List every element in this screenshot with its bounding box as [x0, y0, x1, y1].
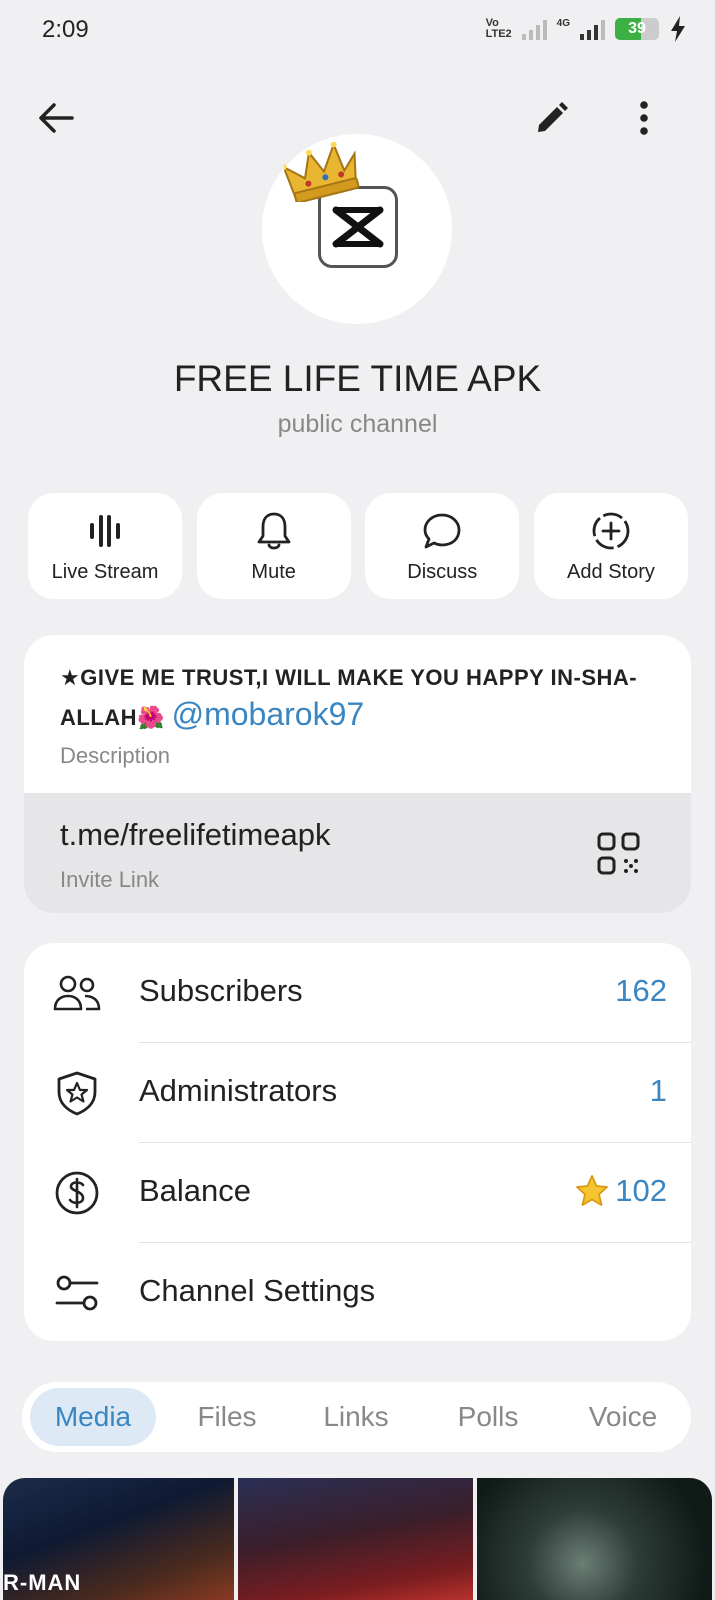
- media-thumbnail[interactable]: [477, 1478, 712, 1600]
- shield-star-icon: [57, 1071, 97, 1116]
- settings-sliders-icon: [55, 1275, 99, 1311]
- people-icon: [53, 975, 101, 1011]
- battery-level: 39: [628, 20, 646, 37]
- administrators-label: Administrators: [139, 1073, 338, 1108]
- administrators-row[interactable]: Administrators 1: [24, 1043, 691, 1143]
- star-icon: [576, 1175, 609, 1206]
- status-bar: 2:09 Vo LTE2 4G 39: [0, 0, 715, 64]
- channel-description: ★GIVE ME TRUST,I WILL MAKE YOU HAPPY IN-…: [60, 665, 638, 732]
- qr-code-button[interactable]: [596, 831, 642, 877]
- balance-value: 102: [575, 1173, 667, 1209]
- add-story-label: Add Story: [567, 560, 655, 583]
- balance-label: Balance: [139, 1173, 252, 1208]
- discuss-button[interactable]: Discuss: [365, 493, 520, 599]
- edit-button[interactable]: [530, 96, 574, 140]
- bell-icon: [257, 512, 291, 549]
- media-thumbnail[interactable]: R-MAN: [3, 1478, 234, 1600]
- administrators-count: 1: [649, 1073, 667, 1108]
- more-options-button[interactable]: [622, 96, 666, 140]
- charging-icon: [671, 16, 685, 42]
- channel-avatar[interactable]: [262, 134, 452, 324]
- pencil-icon: [538, 102, 568, 132]
- qr-code-icon: [597, 832, 640, 875]
- thumbnail-title: R-MAN: [3, 1570, 82, 1595]
- add-story-icon: [592, 512, 630, 549]
- dollar-circle-icon: [55, 1171, 99, 1215]
- tab-media[interactable]: Media: [30, 1388, 156, 1446]
- tab-links[interactable]: Links: [304, 1388, 408, 1446]
- invite-link-row[interactable]: t.me/freelifetimeapk Invite Link: [24, 793, 691, 913]
- tab-polls[interactable]: Polls: [434, 1388, 542, 1446]
- description-label: Description: [60, 743, 171, 768]
- channel-stats-card: Subscribers 162 Administrators 1 Balance…: [24, 943, 691, 1341]
- live-stream-label: Live Stream: [51, 560, 159, 583]
- tab-voice[interactable]: Voice: [568, 1388, 678, 1446]
- channel-type: public channel: [277, 410, 438, 438]
- back-button[interactable]: [34, 96, 78, 140]
- chat-bubble-icon: [423, 513, 461, 548]
- balance-row[interactable]: Balance 102: [24, 1143, 691, 1243]
- channel-name: FREE LIFE TIME APK: [173, 358, 542, 399]
- mute-label: Mute: [251, 560, 296, 583]
- tab-files[interactable]: Files: [172, 1388, 282, 1446]
- mute-button[interactable]: Mute: [196, 493, 351, 599]
- volte-icon: Vo LTE2: [485, 17, 512, 40]
- live-stream-button[interactable]: Live Stream: [28, 493, 182, 599]
- add-story-button[interactable]: Add Story: [533, 493, 688, 599]
- channel-settings-row[interactable]: Channel Settings: [24, 1243, 691, 1341]
- subscribers-row[interactable]: Subscribers 162: [24, 943, 691, 1043]
- status-icons: Vo LTE2 4G 39: [486, 18, 659, 40]
- subscribers-label: Subscribers: [139, 973, 303, 1008]
- mention-link[interactable]: @mobarok97: [172, 696, 365, 732]
- battery-icon: 39: [615, 18, 659, 40]
- info-card: ★GIVE ME TRUST,I WILL MAKE YOU HAPPY IN-…: [24, 635, 691, 913]
- action-buttons: Live Stream Mute Discuss Add Story: [28, 493, 688, 599]
- crown-icon: [284, 142, 360, 202]
- more-vertical-icon: [640, 101, 648, 135]
- subscribers-count: 162: [615, 973, 667, 1008]
- signal-sim1-icon: [521, 18, 547, 40]
- live-stream-icon: [90, 514, 120, 547]
- network-type: 4G: [556, 18, 570, 29]
- signal-sim2-icon: [580, 18, 605, 40]
- media-thumbnail[interactable]: [238, 1478, 473, 1600]
- discuss-label: Discuss: [407, 560, 478, 583]
- invite-link[interactable]: t.me/freelifetimeapk: [60, 817, 331, 853]
- channel-settings-label: Channel Settings: [139, 1273, 376, 1308]
- media-grid: R-MAN: [0, 1478, 715, 1600]
- invite-link-label: Invite Link: [60, 867, 160, 892]
- media-tabs: Media Files Links Polls Voice: [22, 1382, 691, 1452]
- arrow-left-icon: [39, 103, 74, 133]
- status-time: 2:09: [42, 16, 89, 43]
